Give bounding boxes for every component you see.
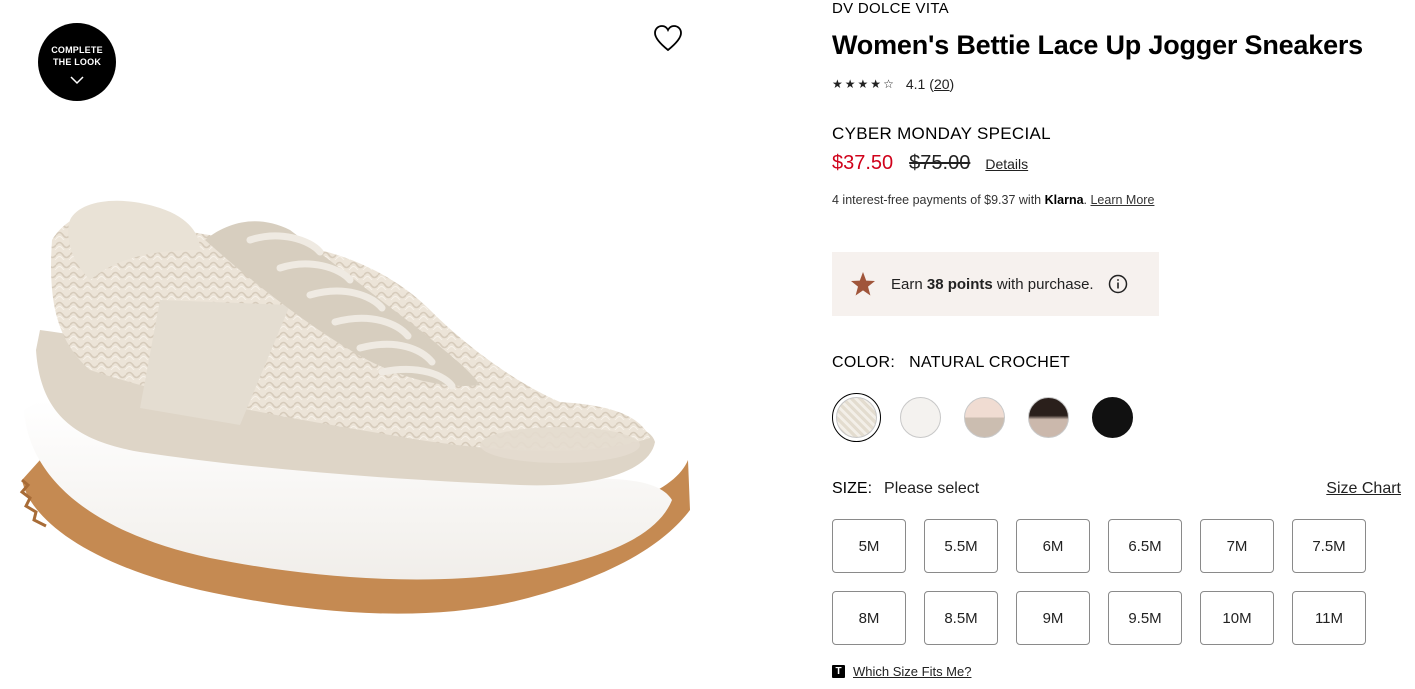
truefit-logo-icon: T [832, 665, 845, 678]
color-label: COLOR: [832, 354, 896, 371]
size-option-6-5m[interactable]: 6.5M [1108, 519, 1182, 573]
star-filled-icon: ★ [857, 77, 869, 91]
selected-color-name: NATURAL CROCHET [909, 354, 1071, 371]
swatch-black[interactable] [1088, 393, 1137, 442]
klarna-learn-more-link[interactable]: Learn More [1090, 193, 1154, 207]
size-option-8m[interactable]: 8M [832, 591, 906, 645]
swatch-fill [836, 397, 877, 438]
rating-summary[interactable]: ★ ★ ★ ★ ☆ 4.1 (20) [832, 76, 954, 92]
size-option-5-5m[interactable]: 5.5M [924, 519, 998, 573]
swatch-black-taupe[interactable] [1024, 393, 1073, 442]
swatch-fill [900, 397, 941, 438]
rating-value: 4.1 [905, 76, 926, 92]
klarna-installments: 4 interest-free payments of $9.37 with K… [832, 193, 1155, 207]
swatch-natural-crochet[interactable] [832, 393, 881, 442]
size-option-7-5m[interactable]: 7.5M [1292, 519, 1366, 573]
swatch-fill [964, 397, 1005, 438]
size-option-6m[interactable]: 6M [1016, 519, 1090, 573]
chevron-down-icon [70, 76, 84, 85]
swatch-blush[interactable] [960, 393, 1009, 442]
size-options: 5M 5.5M 6M 6.5M 7M 7.5M 8M 8.5M 9M 9.5M … [832, 519, 1372, 645]
brand-name[interactable]: DV DOLCE VITA [832, 0, 949, 17]
star-empty-icon: ☆ [883, 77, 894, 91]
info-icon[interactable] [1108, 274, 1128, 294]
product-image-area: COMPLETE THE LOOK [0, 0, 700, 689]
price-row: $37.50 $75.00 Details [832, 152, 1028, 175]
swatch-white[interactable] [896, 393, 945, 442]
loyalty-points-banner: Earn 38 points with purchase. [832, 252, 1159, 316]
sale-price: $37.50 [832, 152, 894, 174]
star-filled-icon: ★ [832, 77, 843, 91]
star-filled-icon: ★ [844, 77, 856, 91]
rating-stars: ★ ★ ★ ★ ☆ [832, 77, 894, 91]
review-count-link[interactable]: 20 [934, 76, 950, 92]
star-filled-icon: ★ [870, 77, 882, 91]
size-selector-label: SIZE: Please select Size Chart [832, 480, 1401, 498]
size-option-9m[interactable]: 9M [1016, 591, 1090, 645]
promo-label: CYBER MONDAY SPECIAL [832, 124, 1051, 143]
size-chart-link[interactable]: Size Chart [1326, 480, 1401, 498]
review-count[interactable]: (20) [929, 76, 954, 92]
size-option-7m[interactable]: 7M [1200, 519, 1274, 573]
which-size-fits-link[interactable]: Which Size Fits Me? [853, 664, 971, 679]
star-rewards-icon [851, 272, 875, 296]
complete-the-look-label: COMPLETE THE LOOK [51, 45, 103, 67]
color-swatches [832, 393, 1137, 442]
klarna-logo: Klarna [1044, 193, 1084, 207]
size-fit-helper: T Which Size Fits Me? [832, 664, 971, 679]
swatch-fill [1092, 397, 1133, 438]
complete-the-look-button[interactable]: COMPLETE THE LOOK [38, 23, 116, 101]
size-option-9-5m[interactable]: 9.5M [1108, 591, 1182, 645]
product-title: Women's Bettie Lace Up Jogger Sneakers [832, 30, 1364, 60]
swatch-fill [1028, 397, 1069, 438]
points-text: Earn 38 points with purchase. [891, 275, 1094, 293]
size-option-8-5m[interactable]: 8.5M [924, 591, 998, 645]
size-option-10m[interactable]: 10M [1200, 591, 1274, 645]
color-selector-label: COLOR: NATURAL CROCHET [832, 354, 1070, 372]
size-option-5m[interactable]: 5M [832, 519, 906, 573]
heart-icon[interactable] [653, 24, 683, 54]
product-image-sneaker[interactable] [0, 180, 700, 660]
selected-size: Please select [884, 480, 980, 497]
original-price: $75.00 [909, 152, 971, 174]
size-label: SIZE: [832, 480, 873, 497]
size-option-11m[interactable]: 11M [1292, 591, 1366, 645]
price-details-link[interactable]: Details [985, 156, 1028, 172]
